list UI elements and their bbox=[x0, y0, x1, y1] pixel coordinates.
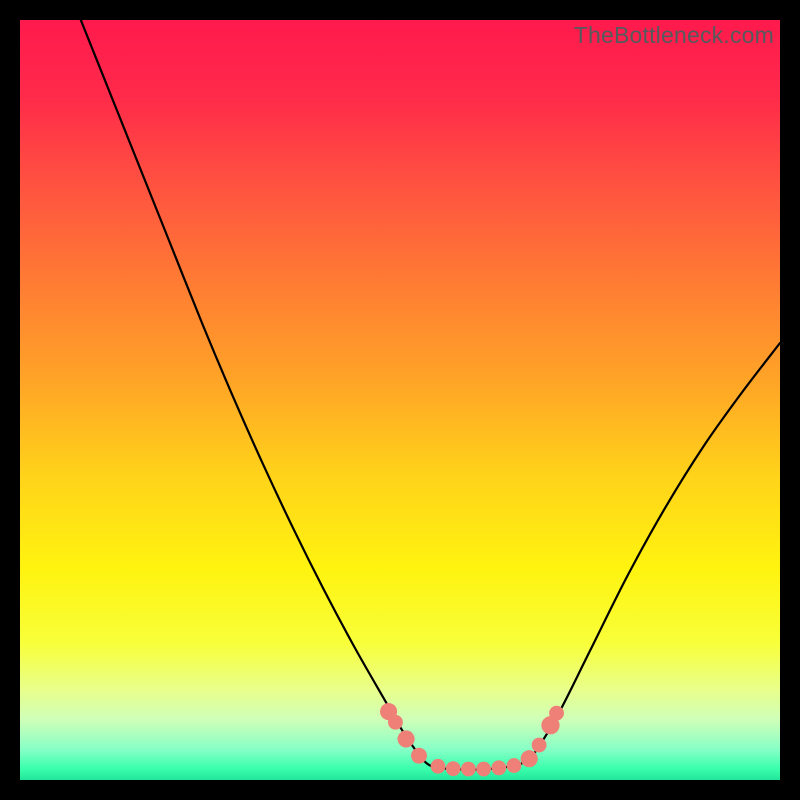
chart-frame: TheBottleneck.com bbox=[20, 20, 780, 780]
data-marker bbox=[398, 730, 415, 747]
data-marker bbox=[521, 750, 538, 767]
data-marker bbox=[431, 759, 446, 774]
data-marker bbox=[491, 760, 506, 775]
data-marker bbox=[411, 748, 427, 764]
data-marker bbox=[507, 758, 522, 773]
data-marker bbox=[532, 738, 547, 753]
data-marker bbox=[388, 715, 403, 730]
v-curve-path bbox=[81, 20, 780, 770]
data-marker bbox=[461, 762, 476, 777]
data-marker bbox=[446, 761, 461, 776]
data-marker bbox=[476, 762, 491, 777]
data-marker bbox=[549, 706, 564, 721]
bottleneck-curve bbox=[20, 20, 780, 780]
